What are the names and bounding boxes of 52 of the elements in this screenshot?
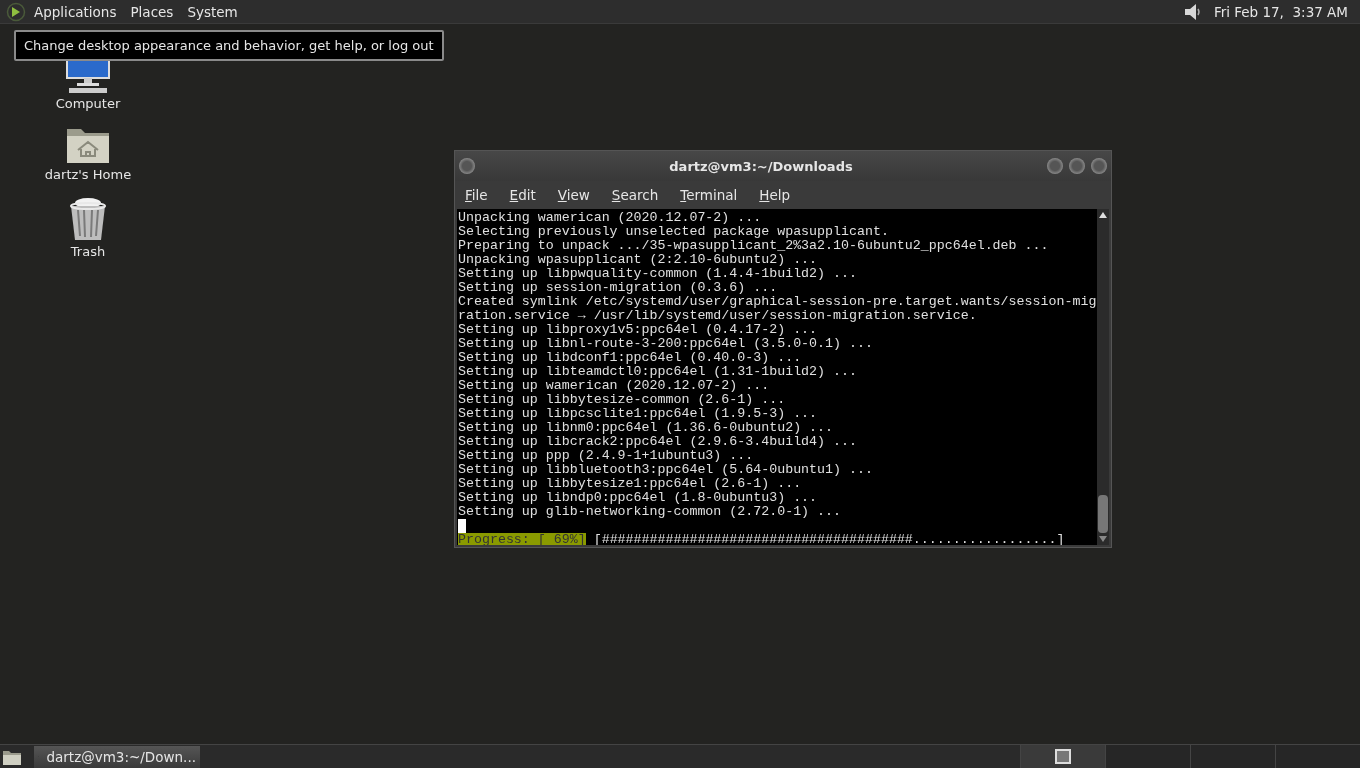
scroll-up-icon[interactable] [1099, 212, 1107, 218]
menu-item[interactable]: Terminal [680, 187, 738, 203]
menu-item[interactable]: Search [611, 187, 659, 203]
text-cursor [458, 519, 466, 533]
menu-item[interactable]: Edit [509, 187, 536, 203]
terminal-line: Setting up libproxy1v5:ppc64el (0.4.17-2) ... [458, 323, 819, 337]
terminal-line: Setting up libbytesize1:ppc64el (2.6-1) ... [458, 477, 803, 491]
terminal-line: Setting up ppp (2.4.9-1+1ubuntu3) ... [458, 449, 755, 463]
terminal-line: Setting up session-migration (0.3.6) ... [458, 281, 779, 295]
minimize-button[interactable] [1047, 158, 1063, 174]
panel-menu[interactable]: Applications [34, 3, 117, 20]
desktop-icon-label[interactable]: Computer [55, 96, 121, 111]
terminal-line: Setting up libnm0:ppc64el (1.36.6-0ubuntu2) ... [458, 421, 835, 435]
terminal-line: ration.service → /usr/lib/systemd/user/session-migration.service. [458, 309, 978, 323]
menu-logo-icon[interactable] [6, 1, 26, 22]
window-title: dartz@vm3:~/Downloads [668, 158, 854, 174]
scroll-thumb[interactable] [1098, 495, 1108, 533]
maximize-button[interactable] [1069, 158, 1085, 174]
terminal-line: Unpacking wpasupplicant (2:2.10-6ubuntu2) ... [458, 253, 819, 267]
tooltip: Change desktop appearance and behavior, get help, or log out [14, 30, 444, 61]
terminal-line: Selecting previously unselected package wpasupplicant. [458, 225, 890, 239]
panel-menu[interactable]: Places [130, 3, 174, 20]
window-menu-button[interactable] [459, 158, 475, 174]
desktop-icon-label[interactable]: Trash [70, 244, 106, 259]
close-button[interactable] [1091, 158, 1107, 174]
terminal-line: Setting up libnl-route-3-200:ppc64el (3.5.0-0.1) ... [458, 337, 874, 351]
terminal-line: Setting up libndp0:ppc64el (1.8-0ubuntu3) ... [458, 491, 819, 505]
terminal-line: Setting up libbytesize-common (2.6-1) ... [458, 393, 787, 407]
terminal-line: Setting up libpcsclite1:ppc64el (1.9.5-3) ... [458, 407, 819, 421]
scroll-down-icon[interactable] [1099, 536, 1107, 542]
progress-label: Progress: [ 69%] [458, 533, 586, 545]
terminal-line: Setting up libdconf1:ppc64el (0.40.0-3) ... [458, 351, 803, 365]
clock[interactable]: Fri Feb 17, 3:37 AM [1213, 3, 1348, 20]
terminal-line: Preparing to unpack .../35-wpasupplicant_2%3a2.10-6ubuntu2_ppc64el.deb ... [458, 239, 1050, 253]
terminal-line: Unpacking wamerican (2020.12.07-2) ... [458, 211, 763, 225]
terminal-line: Setting up wamerican (2020.12.07-2) ... [458, 379, 771, 393]
panel-menu[interactable]: System [187, 3, 238, 20]
scrollbar[interactable] [1097, 209, 1109, 545]
menu-item[interactable]: Help [759, 187, 791, 203]
task-button[interactable]: dartz@vm3:~/Down... [34, 745, 200, 768]
terminal-line: Setting up libteamdctl0:ppc64el (1.31-1build2) ... [458, 365, 858, 379]
terminal-line: Created symlink /etc/systemd/user/graphical-session-pre.target.wants/session-mig [458, 295, 1097, 309]
menu-item[interactable]: View [557, 187, 590, 203]
trash-icon[interactable] [68, 196, 108, 242]
terminal-line: Setting up libcrack2:ppc64el (2.9.6-3.4build4) ... [458, 435, 858, 449]
desktop-icon-label[interactable]: dartz's Home [44, 167, 132, 182]
workspace[interactable] [1020, 745, 1105, 768]
progress-bar-text: [#######################################..................] [593, 533, 1065, 545]
terminal-line: Setting up libpwquality-common (1.4.4-1build2) ... [458, 267, 858, 281]
terminal-line: Setting up libbluetooth3:ppc64el (5.64-0ubuntu1) ... [458, 463, 874, 477]
terminal-line: Setting up glib-networking-common (2.72.0-1) ... [458, 505, 842, 519]
menu-item[interactable]: File [465, 187, 488, 203]
